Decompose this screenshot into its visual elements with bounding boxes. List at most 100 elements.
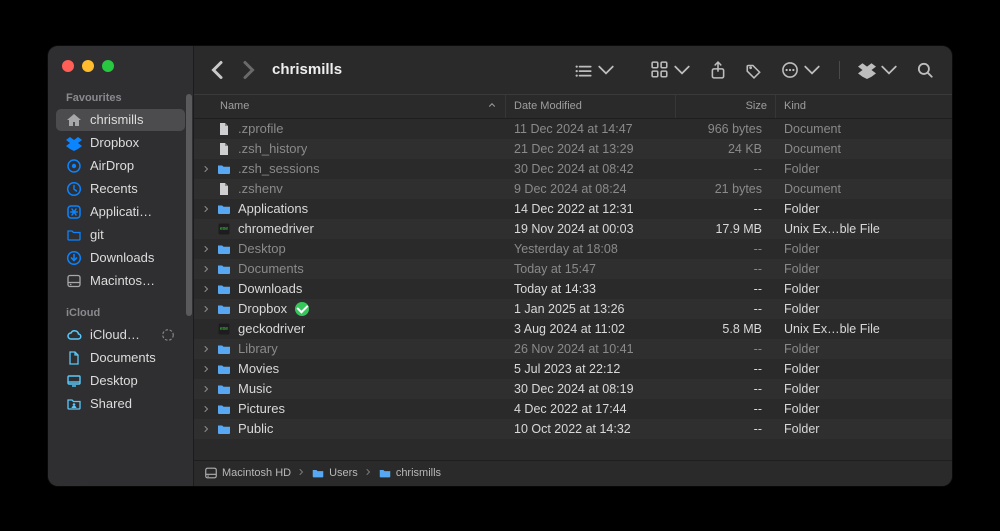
file-kind: Document [776,182,952,196]
file-row[interactable]: .zshenv9 Dec 2024 at 08:2421 bytesDocume… [194,179,952,199]
file-date: 30 Dec 2024 at 08:42 [506,162,676,176]
tags-button[interactable] [739,57,769,83]
file-row[interactable]: Movies5 Jul 2023 at 22:12--Folder [194,359,952,379]
disclosure-triangle[interactable] [200,305,212,313]
file-row[interactable]: Applications14 Dec 2022 at 12:31--Folder [194,199,952,219]
folder-icon [216,301,232,317]
more-actions-button[interactable] [775,57,827,83]
folder-icon [216,361,232,377]
view-list-button[interactable] [569,57,621,83]
sidebar-item-chrismills[interactable]: chrismills [56,109,185,131]
file-row[interactable]: geckodriver3 Aug 2024 at 11:025.8 MBUnix… [194,319,952,339]
minimize-button[interactable] [82,60,94,72]
sidebar-item-documents[interactable]: Documents [56,347,185,369]
file-size: -- [676,282,776,296]
disk-icon [66,273,82,289]
file-row[interactable]: .zsh_sessions30 Dec 2024 at 08:42--Folde… [194,159,952,179]
clock-icon [66,181,82,197]
sidebar-item-recents[interactable]: Recents [56,178,185,200]
sidebar-item-label: Desktop [90,373,175,388]
file-name: .zprofile [238,121,284,136]
col-size[interactable]: Size [676,95,776,118]
house-icon [66,112,82,128]
file-date: 10 Oct 2022 at 14:32 [506,422,676,436]
doc-icon [216,141,232,157]
file-row[interactable]: Pictures4 Dec 2022 at 17:44--Folder [194,399,952,419]
window-title: chrismills [272,61,342,78]
col-date[interactable]: Date Modified [506,95,676,118]
disclosure-triangle[interactable] [200,205,212,213]
path-separator-icon [362,468,374,478]
file-row[interactable]: chromedriver19 Nov 2024 at 00:0317.9 MBU… [194,219,952,239]
file-date: 5 Jul 2023 at 22:12 [506,362,676,376]
file-date: 11 Dec 2024 at 14:47 [506,122,676,136]
path-item[interactable]: chrismills [378,466,441,480]
file-row[interactable]: Public10 Oct 2022 at 14:32--Folder [194,419,952,439]
col-name[interactable]: Name [194,95,506,118]
sidebar-scrollbar[interactable] [185,94,193,478]
file-date: Today at 15:47 [506,262,676,276]
disclosure-triangle[interactable] [200,245,212,253]
file-name: .zsh_history [238,141,307,156]
disclosure-triangle[interactable] [200,425,212,433]
file-kind: Folder [776,282,952,296]
dropbox-icon [66,135,82,151]
file-date: 26 Nov 2024 at 10:41 [506,342,676,356]
share-button[interactable] [703,57,733,83]
close-button[interactable] [62,60,74,72]
disclosure-triangle[interactable] [200,285,212,293]
disclosure-triangle[interactable] [200,345,212,353]
file-size: 966 bytes [676,122,776,136]
main-pane: chrismills [194,46,952,486]
file-row[interactable]: Library26 Nov 2024 at 10:41--Folder [194,339,952,359]
folder-icon [216,341,232,357]
folder-thin-icon [66,227,82,243]
dropbox-button[interactable] [852,57,904,83]
sidebar-item-machd[interactable]: Macintos… [56,270,185,292]
disclosure-triangle[interactable] [200,385,212,393]
folder-icon [378,466,392,480]
sidebar-item-iclouddrive[interactable]: iCloud… [56,324,185,346]
disclosure-triangle[interactable] [200,165,212,173]
finder-window: FavouriteschrismillsDropboxAirDropRecent… [48,46,952,486]
disclosure-triangle[interactable] [200,405,212,413]
file-size: -- [676,262,776,276]
file-row[interactable]: DownloadsToday at 14:33--Folder [194,279,952,299]
sidebar-item-shared[interactable]: Shared [56,393,185,415]
group-by-button[interactable] [645,57,697,83]
file-date: Today at 14:33 [506,282,676,296]
nav-back-button[interactable] [206,58,230,82]
file-kind: Folder [776,362,952,376]
file-row[interactable]: .zprofile11 Dec 2024 at 14:47966 bytesDo… [194,119,952,139]
column-headers: Name Date Modified Size Kind [194,94,952,119]
sync-ok-icon [295,302,309,316]
sidebar-item-apps[interactable]: Applicati… [56,201,185,223]
nav-forward-button[interactable] [236,58,260,82]
sidebar-item-downloads[interactable]: Downloads [56,247,185,269]
sidebar-item-label: git [90,227,175,242]
file-size: 17.9 MB [676,222,776,236]
path-separator-icon [295,468,307,478]
file-row[interactable]: Dropbox1 Jan 2025 at 13:26--Folder [194,299,952,319]
file-row[interactable]: .zsh_history21 Dec 2024 at 13:2924 KBDoc… [194,139,952,159]
sidebar-item-desktop[interactable]: Desktop [56,370,185,392]
chevron-down-icon [803,61,821,79]
traffic-lights [48,58,193,88]
path-item[interactable]: Macintosh HD [204,466,291,480]
search-button[interactable] [910,57,940,83]
sidebar-item-dropbox[interactable]: Dropbox [56,132,185,154]
file-name: Applications [238,201,308,216]
file-name: Public [238,421,273,436]
sidebar-item-airdrop[interactable]: AirDrop [56,155,185,177]
file-row[interactable]: DesktopYesterday at 18:08--Folder [194,239,952,259]
zoom-button[interactable] [102,60,114,72]
disclosure-triangle[interactable] [200,365,212,373]
file-row[interactable]: DocumentsToday at 15:47--Folder [194,259,952,279]
file-row[interactable]: Music30 Dec 2024 at 08:19--Folder [194,379,952,399]
path-item[interactable]: Users [311,466,358,480]
col-kind[interactable]: Kind [776,95,952,118]
sidebar-item-label: iCloud… [90,327,153,342]
file-kind: Folder [776,202,952,216]
disclosure-triangle[interactable] [200,265,212,273]
sidebar-item-git[interactable]: git [56,224,185,246]
